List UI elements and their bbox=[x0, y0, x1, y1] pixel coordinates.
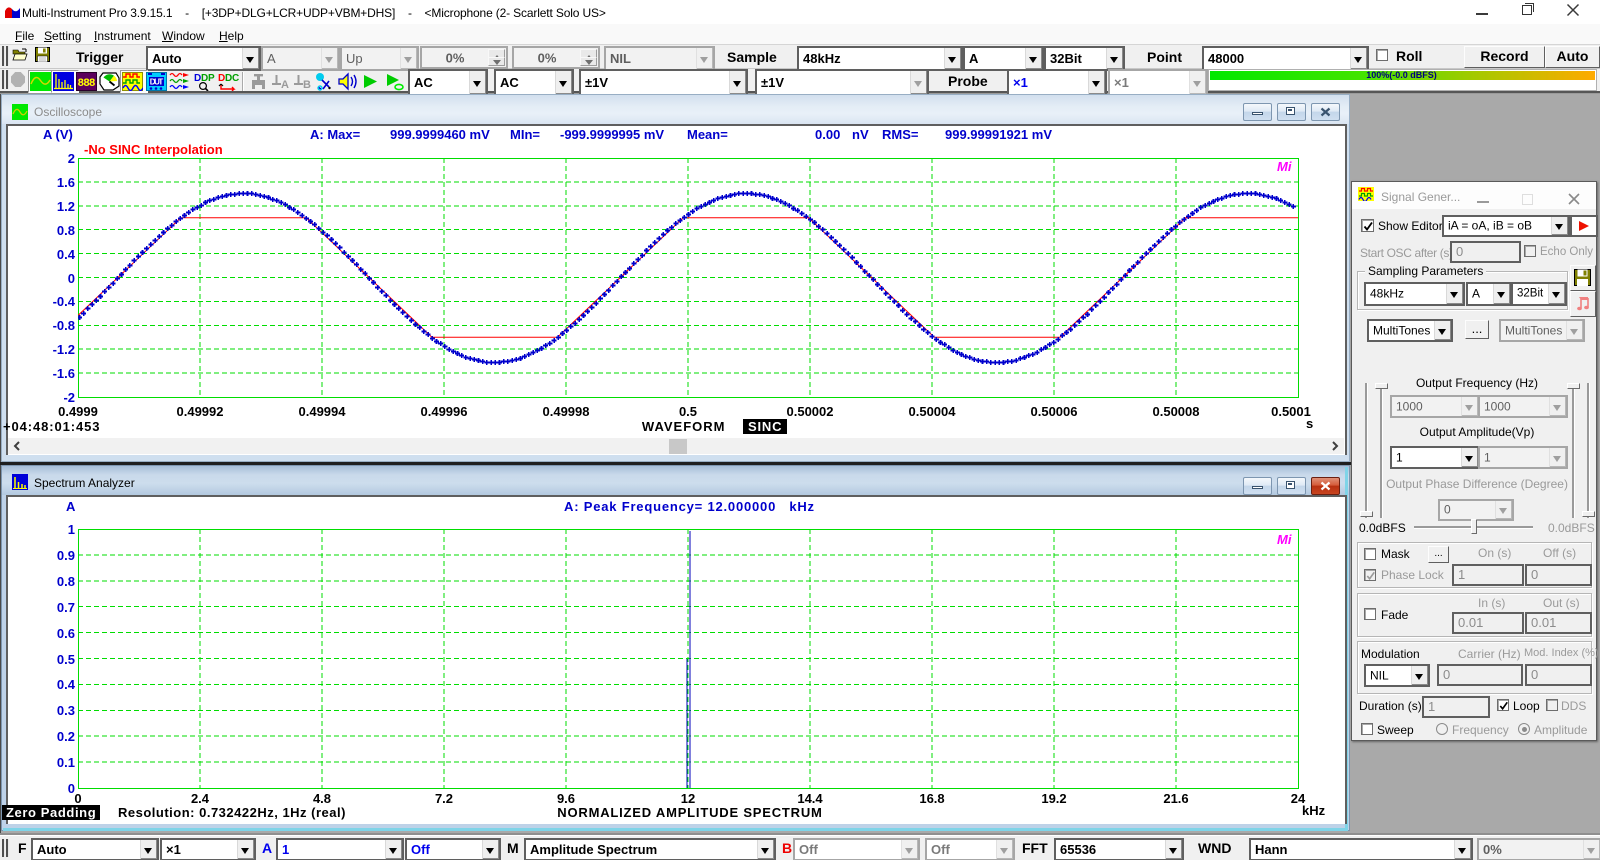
svg-text:C: C bbox=[232, 73, 239, 84]
svg-text:P: P bbox=[208, 73, 215, 84]
svg-text:Mi: Mi bbox=[1277, 159, 1292, 174]
svg-text:A: A bbox=[281, 79, 289, 91]
svg-text:Mi: Mi bbox=[1277, 532, 1292, 547]
svg-text:DUT: DUT bbox=[150, 78, 164, 87]
svg-text:B: B bbox=[303, 79, 311, 91]
svg-text:888: 888 bbox=[78, 78, 96, 90]
